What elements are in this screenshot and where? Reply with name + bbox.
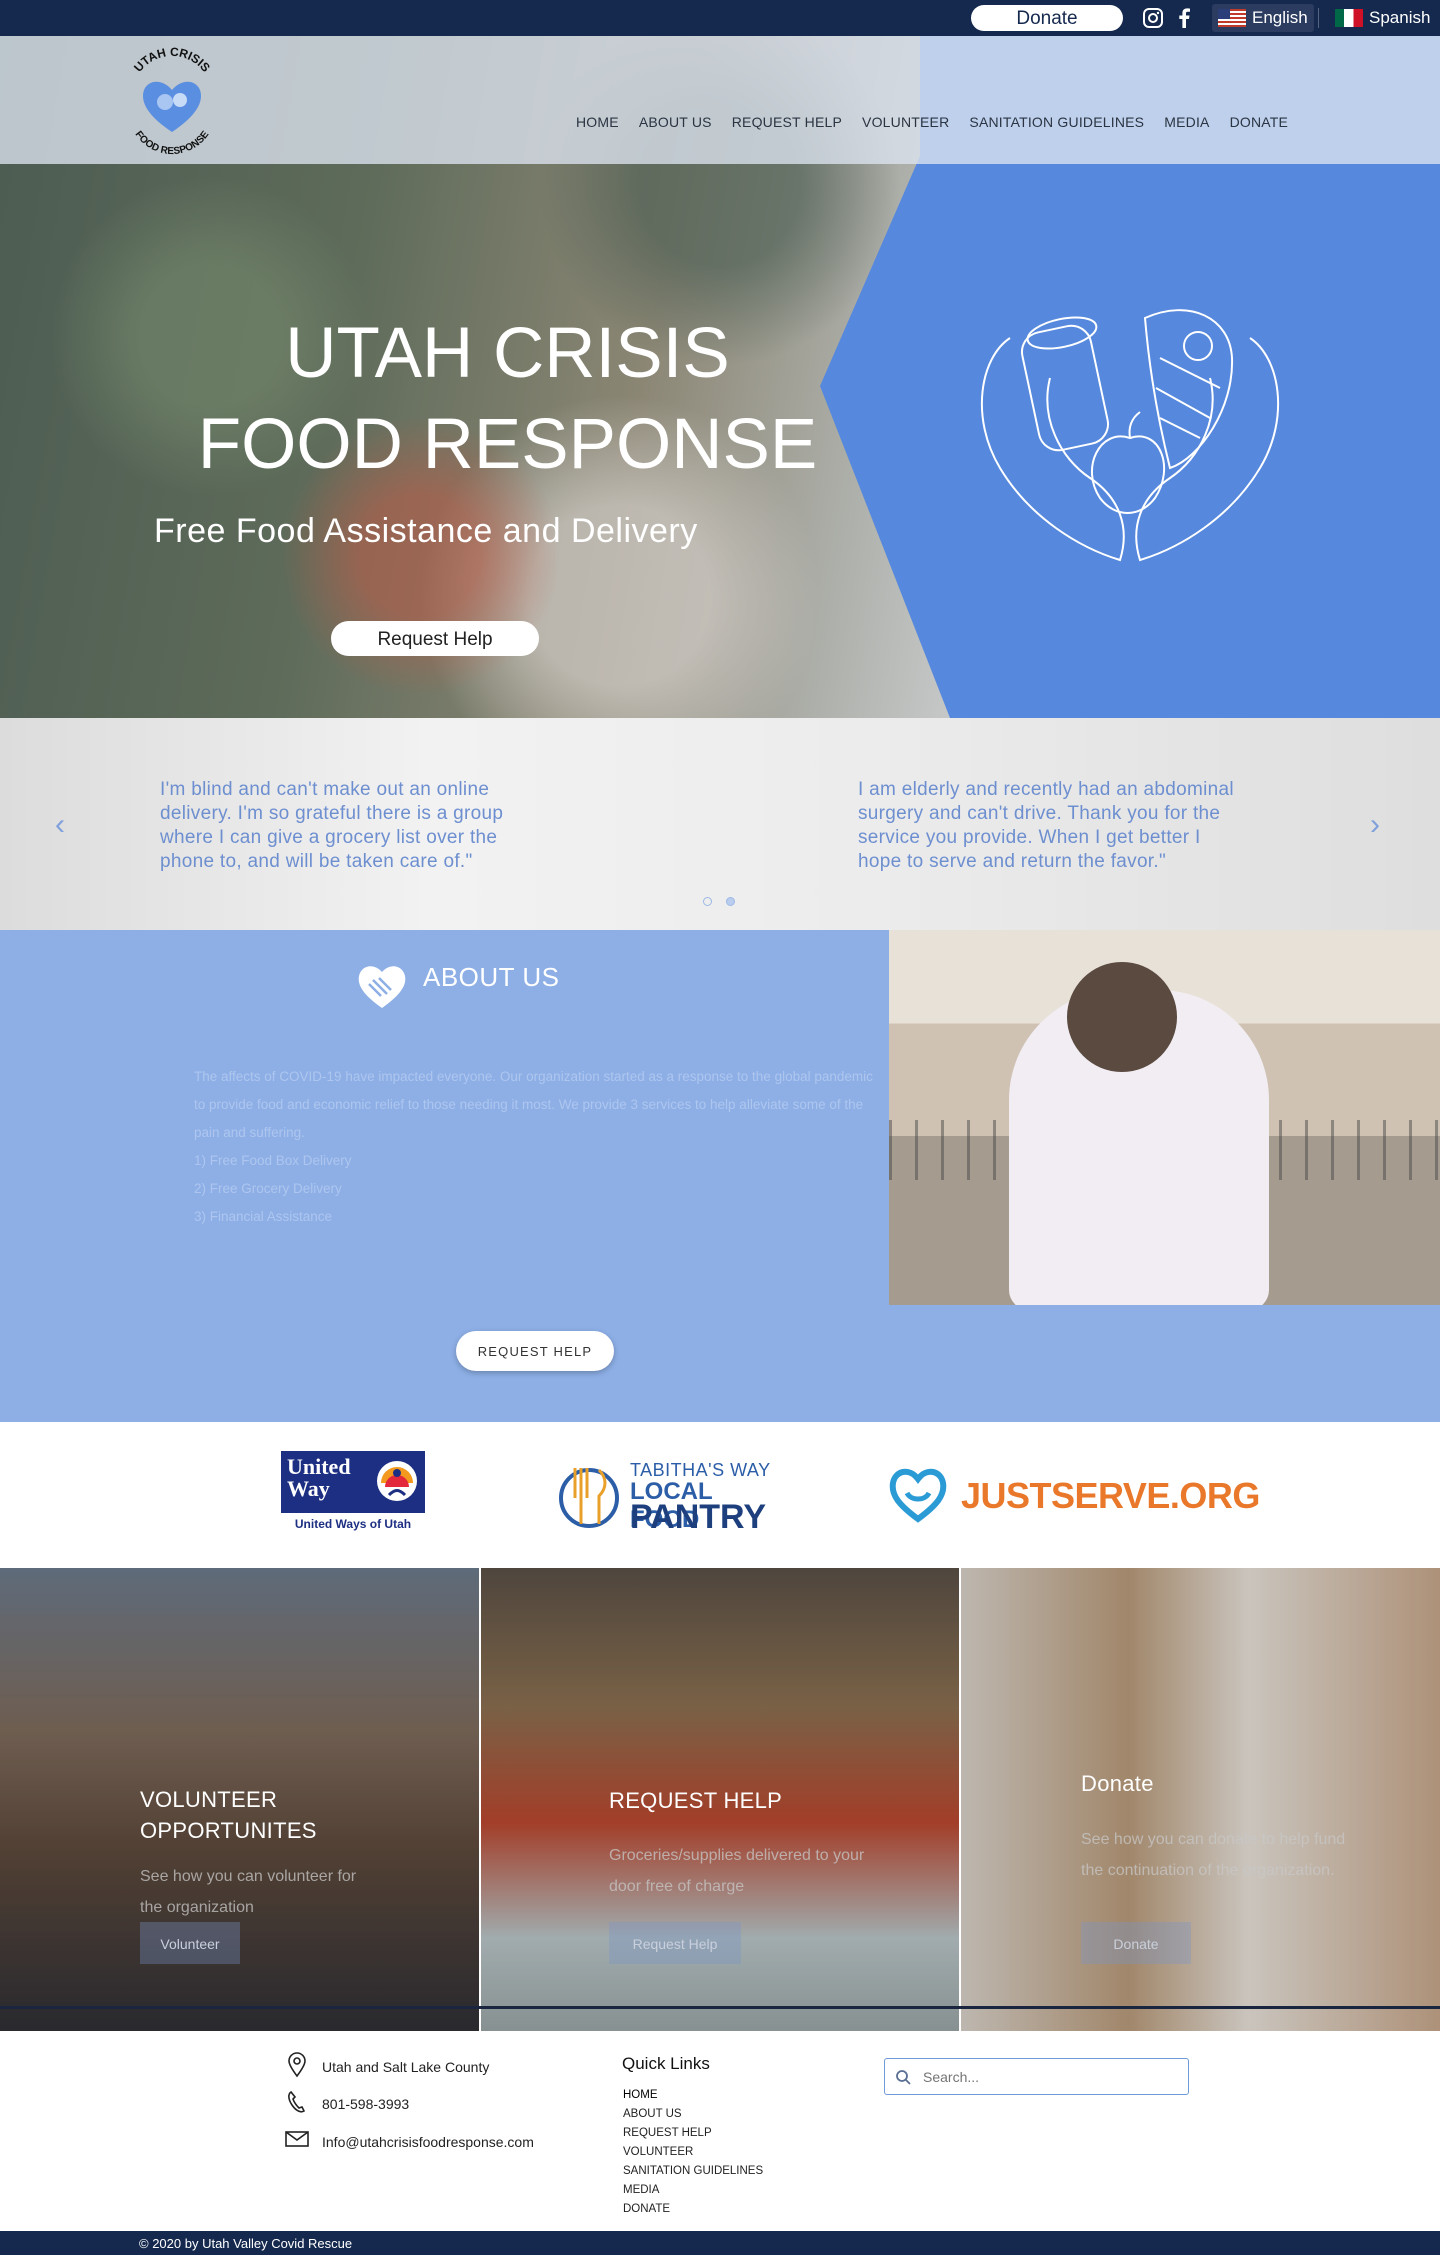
quick-link-about-us[interactable]: ABOUT US bbox=[623, 2108, 682, 2120]
slider-dot[interactable] bbox=[726, 897, 735, 906]
hero-request-help-button[interactable]: Request Help bbox=[331, 621, 539, 656]
nav-donate[interactable]: DONATE bbox=[1230, 114, 1289, 130]
language-english[interactable]: English bbox=[1212, 4, 1314, 32]
donate-card[interactable] bbox=[961, 1568, 1440, 2031]
top-donate-button[interactable]: Donate bbox=[971, 5, 1123, 31]
footer-search-box bbox=[884, 2058, 1189, 2095]
request-help-card-text: Groceries/supplies delivered to your doo… bbox=[609, 1847, 865, 1895]
facebook-icon[interactable] bbox=[1172, 6, 1196, 30]
united-way-logo[interactable]: United Way United Ways of Utah bbox=[281, 1451, 425, 1535]
service-item: 2) Free Grocery Delivery bbox=[194, 1181, 342, 1196]
language-label: English bbox=[1252, 8, 1308, 27]
volunteer-button[interactable]: Volunteer bbox=[140, 1922, 240, 1964]
about-request-help-button[interactable]: REQUEST HELP bbox=[456, 1331, 614, 1371]
main-nav: HOME ABOUT US REQUEST HELP VOLUNTEER SAN… bbox=[576, 114, 1308, 130]
about-paragraph: The affects of COVID-19 have impacted ev… bbox=[194, 1069, 873, 1140]
footer-phone[interactable]: 801-598-3993 bbox=[322, 2096, 409, 2112]
section-divider bbox=[0, 2006, 1440, 2009]
mexico-flag-icon bbox=[1335, 9, 1363, 27]
volunteer-delivery-photo bbox=[889, 930, 1440, 1305]
envelope-icon bbox=[285, 2131, 309, 2147]
service-item: 3) Financial Assistance bbox=[194, 1209, 333, 1224]
heart-hands-icon bbox=[358, 966, 406, 1008]
donate-button[interactable]: Donate bbox=[1081, 1922, 1191, 1964]
chevron-right-icon[interactable]: › bbox=[1365, 810, 1385, 840]
search-input[interactable] bbox=[921, 2065, 1176, 2089]
tabithas-way-logo[interactable]: TABITHA'S WAY LOCAL FOOD PANTRY bbox=[555, 1458, 787, 1536]
quick-link-home[interactable]: HOME bbox=[623, 2089, 658, 2101]
copyright-text: © 2020 by Utah Valley Covid Rescue bbox=[139, 2236, 353, 2251]
us-flag-icon bbox=[1218, 9, 1246, 27]
footer-location: Utah and Salt Lake County bbox=[322, 2059, 490, 2075]
nav-sanitation-guidelines[interactable]: SANITATION GUIDELINES bbox=[969, 114, 1144, 130]
svg-text:FOOD RESPONSE: FOOD RESPONSE bbox=[133, 129, 212, 156]
quick-link-sanitation-guidelines[interactable]: SANITATION GUIDELINES bbox=[623, 2165, 763, 2177]
language-divider bbox=[1318, 8, 1319, 28]
service-item: 1) Free Food Box Delivery bbox=[194, 1153, 352, 1168]
united-way-emblem-icon bbox=[377, 1461, 417, 1501]
wheat-fork-icon bbox=[559, 1468, 619, 1528]
footer-email[interactable]: Info@utahcrisisfoodresponse.com bbox=[322, 2134, 534, 2150]
about-description: The affects of COVID-19 have impacted ev… bbox=[194, 1063, 884, 1231]
donate-card-title: Donate bbox=[1081, 1771, 1154, 1796]
request-help-button[interactable]: Request Help bbox=[609, 1922, 741, 1964]
nav-request-help[interactable]: REQUEST HELP bbox=[732, 114, 842, 130]
donate-card-text: See how you can donate to help fund the … bbox=[1081, 1831, 1346, 1879]
about-title: ABOUT US bbox=[423, 962, 560, 992]
justserve-logo[interactable]: JUSTSERVE.ORG bbox=[889, 1467, 1260, 1523]
footer bbox=[0, 2031, 1440, 2231]
phone-icon bbox=[288, 2090, 306, 2113]
language-label: Spanish bbox=[1369, 8, 1431, 27]
testimonial-quote: I am elderly and recently had an abdomin… bbox=[858, 779, 1234, 872]
nav-media[interactable]: MEDIA bbox=[1164, 114, 1209, 130]
hands-with-food-icon bbox=[980, 309, 1280, 562]
nav-home[interactable]: HOME bbox=[576, 114, 619, 130]
request-help-card-title: REQUEST HELP bbox=[609, 1788, 783, 1813]
volunteer-card-title: VOLUNTEER OPPORTUNITES bbox=[140, 1787, 317, 1843]
testimonials-slider: ‹ I'm blind and can't make out an online… bbox=[0, 718, 1440, 930]
quick-link-volunteer[interactable]: VOLUNTEER bbox=[623, 2146, 693, 2158]
volunteer-card-text: See how you can volunteer for the organi… bbox=[140, 1868, 357, 1916]
justserve-heart-icon bbox=[889, 1468, 947, 1523]
slider-dot[interactable] bbox=[703, 897, 712, 906]
hero-title: UTAH CRISIS FOOD RESPONSE bbox=[150, 308, 865, 490]
hero-title-line1: UTAH CRISIS bbox=[285, 314, 730, 393]
quick-link-media[interactable]: MEDIA bbox=[623, 2184, 659, 2196]
nav-about-us[interactable]: ABOUT US bbox=[639, 114, 712, 130]
hero-subtitle: Free Food Assistance and Delivery bbox=[154, 512, 698, 550]
quick-link-donate[interactable]: DONATE bbox=[623, 2203, 670, 2215]
chevron-left-icon[interactable]: ‹ bbox=[50, 810, 70, 840]
hero-title-line2: FOOD RESPONSE bbox=[197, 405, 818, 484]
testimonial-quote: I'm blind and can't make out an online d… bbox=[160, 779, 504, 872]
site-logo[interactable]: UTAH CRISIS FOOD RESPONSE bbox=[118, 44, 226, 157]
quick-links-title: Quick Links bbox=[622, 2054, 710, 2073]
nav-volunteer[interactable]: VOLUNTEER bbox=[862, 114, 949, 130]
map-pin-icon bbox=[288, 2052, 306, 2078]
svg-text:UTAH CRISIS: UTAH CRISIS bbox=[131, 45, 213, 75]
united-way-caption: United Ways of Utah bbox=[294, 1517, 412, 1531]
tabithas-way-line3: PANTRY bbox=[630, 1498, 766, 1536]
quick-link-request-help[interactable]: REQUEST HELP bbox=[623, 2127, 712, 2139]
instagram-icon[interactable] bbox=[1141, 6, 1165, 30]
justserve-label: JUSTSERVE.ORG bbox=[961, 1475, 1260, 1516]
search-icon[interactable] bbox=[895, 2069, 911, 2085]
language-spanish[interactable]: Spanish bbox=[1329, 4, 1436, 32]
